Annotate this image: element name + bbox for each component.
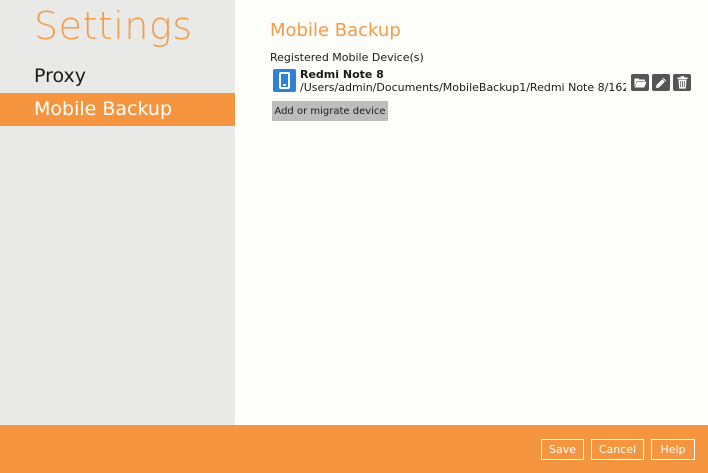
page-title: Mobile Backup (270, 20, 401, 41)
edit-device-button[interactable] (652, 74, 670, 91)
cancel-button[interactable]: Cancel (591, 439, 644, 460)
trash-icon (677, 76, 687, 89)
sidebar-item-proxy[interactable]: Proxy (0, 60, 235, 93)
device-list-item[interactable]: Redmi Note 8 /Users/admin/Documents/Mobi… (271, 68, 691, 96)
registered-devices-label: Registered Mobile Device(s) (270, 51, 424, 64)
settings-title: Settings (34, 4, 193, 48)
delete-device-button[interactable] (673, 74, 691, 91)
open-folder-button[interactable] (631, 74, 649, 91)
sidebar-item-mobile-backup[interactable]: Mobile Backup (0, 93, 235, 126)
help-button[interactable]: Help (651, 439, 695, 460)
mobile-phone-icon (273, 69, 296, 92)
folder-open-icon (634, 78, 647, 88)
sidebar: Settings Proxy Mobile Backup (0, 0, 235, 425)
main-panel: Mobile Backup Registered Mobile Device(s… (235, 0, 708, 425)
device-path: /Users/admin/Documents/MobileBackup1/Red… (300, 81, 626, 94)
footer-bar: Save Cancel Help (0, 425, 708, 473)
save-button[interactable]: Save (541, 439, 584, 460)
add-or-migrate-device-button[interactable]: Add or migrate device (272, 101, 388, 121)
pencil-icon (656, 77, 666, 88)
device-name: Redmi Note 8 (300, 68, 384, 81)
